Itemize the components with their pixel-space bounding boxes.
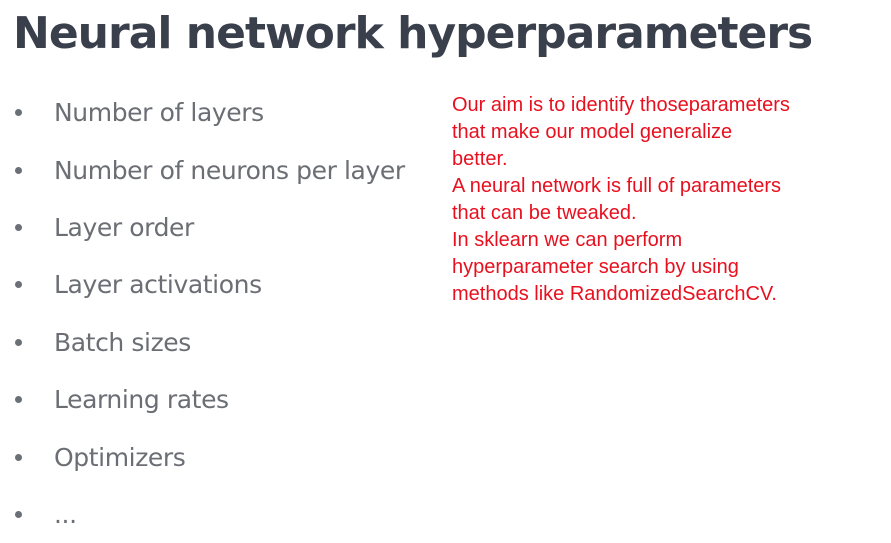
bullet-dot-icon [15,453,22,461]
note-line: A neural network is full of parameters [452,175,782,197]
note-line: better. [452,148,508,170]
note-line: Our aim is to identify thoseparameters [452,94,790,116]
bullet-dot-icon [15,396,22,404]
speaker-notes: Our aim is to identify thoseparameters t… [452,92,887,308]
bullet-text: Layer activations [54,270,262,300]
bullet-item: Learning rates [0,371,440,428]
bullet-dot-icon [15,281,22,289]
bullet-list: Number of layers Number of neurons per l… [0,84,440,543]
bullet-dot-icon [15,510,22,518]
bullet-dot-icon [15,338,22,346]
bullet-item: Number of layers [0,84,440,141]
bullet-item: Layer activations [0,256,440,313]
bullet-item: ... [0,486,440,543]
note-line: In sklearn we can perform [452,229,683,251]
bullet-text: Number of neurons per layer [54,155,405,185]
bullet-dot-icon [15,109,22,117]
note-line: methods like RandomizedSearchCV. [452,283,777,305]
bullet-item: Optimizers [0,428,440,485]
bullet-item: Layer order [0,199,440,256]
note-line: that can be tweaked. [452,202,637,224]
note-line: hyperparameter search by using [452,256,739,278]
bullet-text: Learning rates [54,385,229,415]
bullet-text: ... [54,499,77,529]
bullet-dot-icon [15,223,22,231]
bullet-item: Batch sizes [0,314,440,371]
note-line: that make our model generalize [452,121,733,143]
bullet-text: Layer order [54,212,194,242]
slide-title: Neural network hyperparameters [13,8,813,59]
bullet-dot-icon [15,166,22,174]
bullet-text: Optimizers [54,442,186,472]
bullet-item: Number of neurons per layer [0,141,440,198]
bullet-text: Batch sizes [54,327,191,357]
bullet-text: Number of layers [54,98,264,128]
